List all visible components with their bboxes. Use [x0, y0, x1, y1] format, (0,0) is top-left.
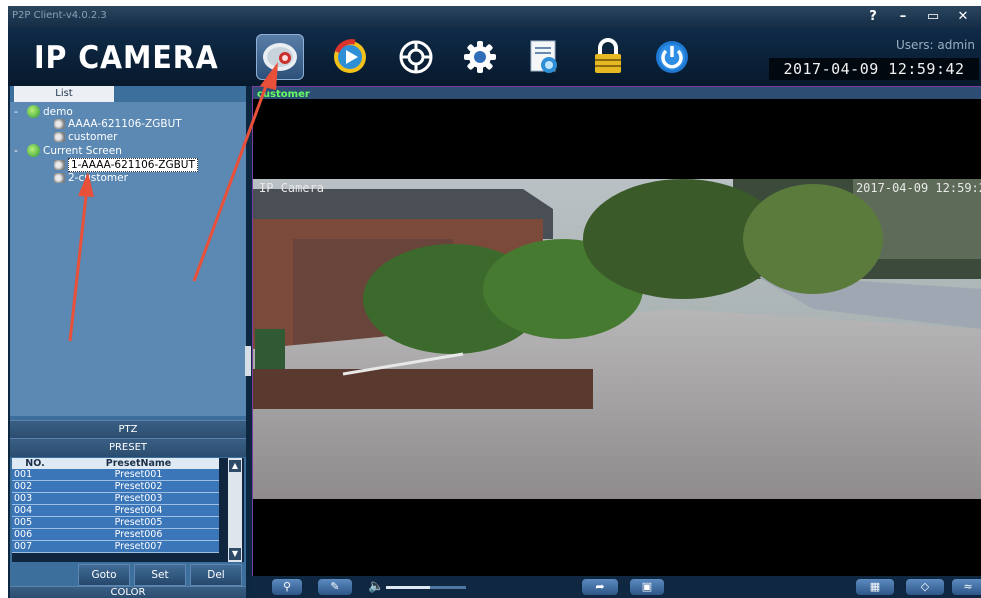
- minimize-button[interactable]: –: [891, 8, 915, 26]
- tree-item-screen[interactable]: 2-customer: [54, 172, 128, 184]
- lock-icon[interactable]: [584, 34, 632, 80]
- video-channel-bar: [253, 87, 981, 99]
- layout-grid-icon[interactable]: ▦: [856, 579, 894, 595]
- close-button[interactable]: ✕: [951, 8, 975, 26]
- del-button[interactable]: Del: [190, 564, 242, 586]
- table-row[interactable]: 001 Preset001: [12, 469, 219, 481]
- tree-item-label: AAAA-621106-ZGBUT: [68, 118, 182, 130]
- preset-section-header[interactable]: PRESET: [10, 438, 246, 457]
- table-row[interactable]: 003 Preset003: [12, 492, 219, 505]
- color-section-header[interactable]: COLOR: [10, 586, 246, 598]
- scroll-up-icon[interactable]: ▲: [229, 460, 241, 472]
- tree-item-device[interactable]: customer: [54, 131, 117, 143]
- preset-no: 006: [12, 528, 58, 541]
- panel-splitter-handle[interactable]: [245, 346, 251, 376]
- table-row[interactable]: 004 Preset004: [12, 504, 219, 517]
- camera-device-icon: [54, 160, 65, 170]
- record-icon[interactable]: ➦: [582, 579, 618, 595]
- video-view[interactable]: customer IP Camera 2017-04-09 12:59:2: [252, 86, 981, 578]
- preset-no: 002: [12, 480, 58, 493]
- playback-icon[interactable]: [326, 34, 374, 80]
- preset-name: Preset004: [58, 504, 219, 517]
- camera-device-icon: [54, 132, 65, 142]
- table-row[interactable]: 002 Preset002: [12, 480, 219, 493]
- osd-camera-name: IP Camera: [259, 181, 325, 195]
- camera-device-icon: [54, 119, 65, 129]
- preset-name: Preset001: [58, 469, 219, 481]
- camera-feed: IP Camera 2017-04-09 12:59:2: [253, 179, 981, 499]
- log-icon[interactable]: [520, 34, 568, 80]
- snapshot-icon[interactable]: ▣: [630, 579, 664, 595]
- preset-name: Preset006: [58, 528, 219, 541]
- camera-device-icon: [54, 173, 65, 183]
- fullscreen-icon[interactable]: ◇: [906, 579, 944, 595]
- window-controls: ? – ▭ ✕: [861, 8, 975, 26]
- osd-timestamp: 2017-04-09 12:59:2: [855, 181, 981, 195]
- table-row[interactable]: 006 Preset006: [12, 528, 219, 541]
- zoom-search-icon[interactable]: ⚲: [272, 579, 302, 595]
- window-title: P2P Client-v4.0.2.3: [12, 10, 107, 21]
- header: IP CAMERA Users: admin 2017-04-09 12:59:…: [8, 28, 981, 86]
- tree-group-demo[interactable]: - demo: [14, 105, 73, 118]
- preset-buttons: Goto Set Del: [10, 564, 246, 586]
- preset-name: Preset007: [58, 540, 219, 553]
- globe-icon: [27, 105, 40, 118]
- channel-label: customer: [257, 89, 310, 100]
- power-icon[interactable]: [648, 34, 696, 80]
- users-label: Users: admin: [895, 38, 975, 52]
- preset-no: 003: [12, 492, 58, 505]
- preset-table: NO. PresetName 001 Preset001 002 Preset002…: [12, 458, 244, 562]
- mic-icon[interactable]: ✎: [318, 579, 352, 595]
- camera-feed-image: [253, 179, 981, 499]
- tree-group-label: demo: [43, 105, 73, 118]
- preset-name: Preset003: [58, 492, 219, 505]
- preset-scrollbar[interactable]: ▲ ▼: [228, 458, 242, 562]
- datetime-display: 2017-04-09 12:59:42: [769, 58, 979, 80]
- tree-item-device[interactable]: AAAA-621106-ZGBUT: [54, 118, 182, 130]
- scroll-down-icon[interactable]: ▼: [229, 548, 241, 560]
- column-header-preset-name: PresetName: [58, 458, 219, 469]
- title-bar: P2P Client-v4.0.2.3 ? – ▭ ✕: [8, 6, 981, 28]
- tree-item-screen[interactable]: 1-AAAA-621106-ZGBUT: [54, 158, 198, 172]
- tree-item-label: 2-customer: [68, 172, 128, 184]
- table-row[interactable]: 007 Preset007: [12, 540, 219, 553]
- tree-group-label: Current Screen: [43, 144, 122, 157]
- collapse-icon[interactable]: -: [14, 144, 24, 157]
- preset-no: 005: [12, 516, 58, 529]
- preset-no: 007: [12, 540, 58, 553]
- volume-slider-fill: [386, 586, 430, 589]
- maximize-button[interactable]: ▭: [921, 8, 945, 26]
- preset-no: 004: [12, 504, 58, 517]
- globe-icon: [27, 144, 40, 157]
- ptz-toggle-icon[interactable]: ≈: [952, 579, 981, 595]
- preset-name: Preset005: [58, 516, 219, 529]
- settings-icon[interactable]: [456, 34, 504, 80]
- goto-button[interactable]: Goto: [78, 564, 130, 586]
- column-header-no: NO.: [12, 458, 58, 469]
- tree-group-current-screen[interactable]: - Current Screen: [14, 144, 122, 157]
- tab-list[interactable]: List: [14, 86, 114, 102]
- collapse-icon[interactable]: -: [14, 105, 24, 118]
- set-button[interactable]: Set: [134, 564, 186, 586]
- table-row[interactable]: 005 Preset005: [12, 516, 219, 529]
- left-panel: List - demo AAAA-621106-ZGBUT customer -…: [10, 86, 246, 598]
- preset-name: Preset002: [58, 480, 219, 493]
- tree-item-label: customer: [68, 131, 118, 143]
- camera-icon[interactable]: [256, 34, 304, 80]
- preset-no: 001: [12, 469, 58, 481]
- help-button[interactable]: ?: [861, 8, 885, 26]
- device-tree: - demo AAAA-621106-ZGBUT customer - Curr…: [10, 102, 246, 416]
- ptz-section-header[interactable]: PTZ: [10, 420, 246, 439]
- video-control-bar: ⚲ ✎ 🔈 ➦ ▣ ▦ ◇ ≈: [252, 576, 981, 598]
- ptz-wheel-icon[interactable]: [392, 34, 440, 80]
- volume-slider[interactable]: [386, 586, 466, 589]
- app-window: P2P Client-v4.0.2.3 ? – ▭ ✕ IP CAMERA Us…: [8, 6, 981, 598]
- app-logo: IP CAMERA: [34, 40, 219, 76]
- tree-item-label: 1-AAAA-621106-ZGBUT: [68, 158, 198, 172]
- volume-icon[interactable]: 🔈: [368, 579, 384, 595]
